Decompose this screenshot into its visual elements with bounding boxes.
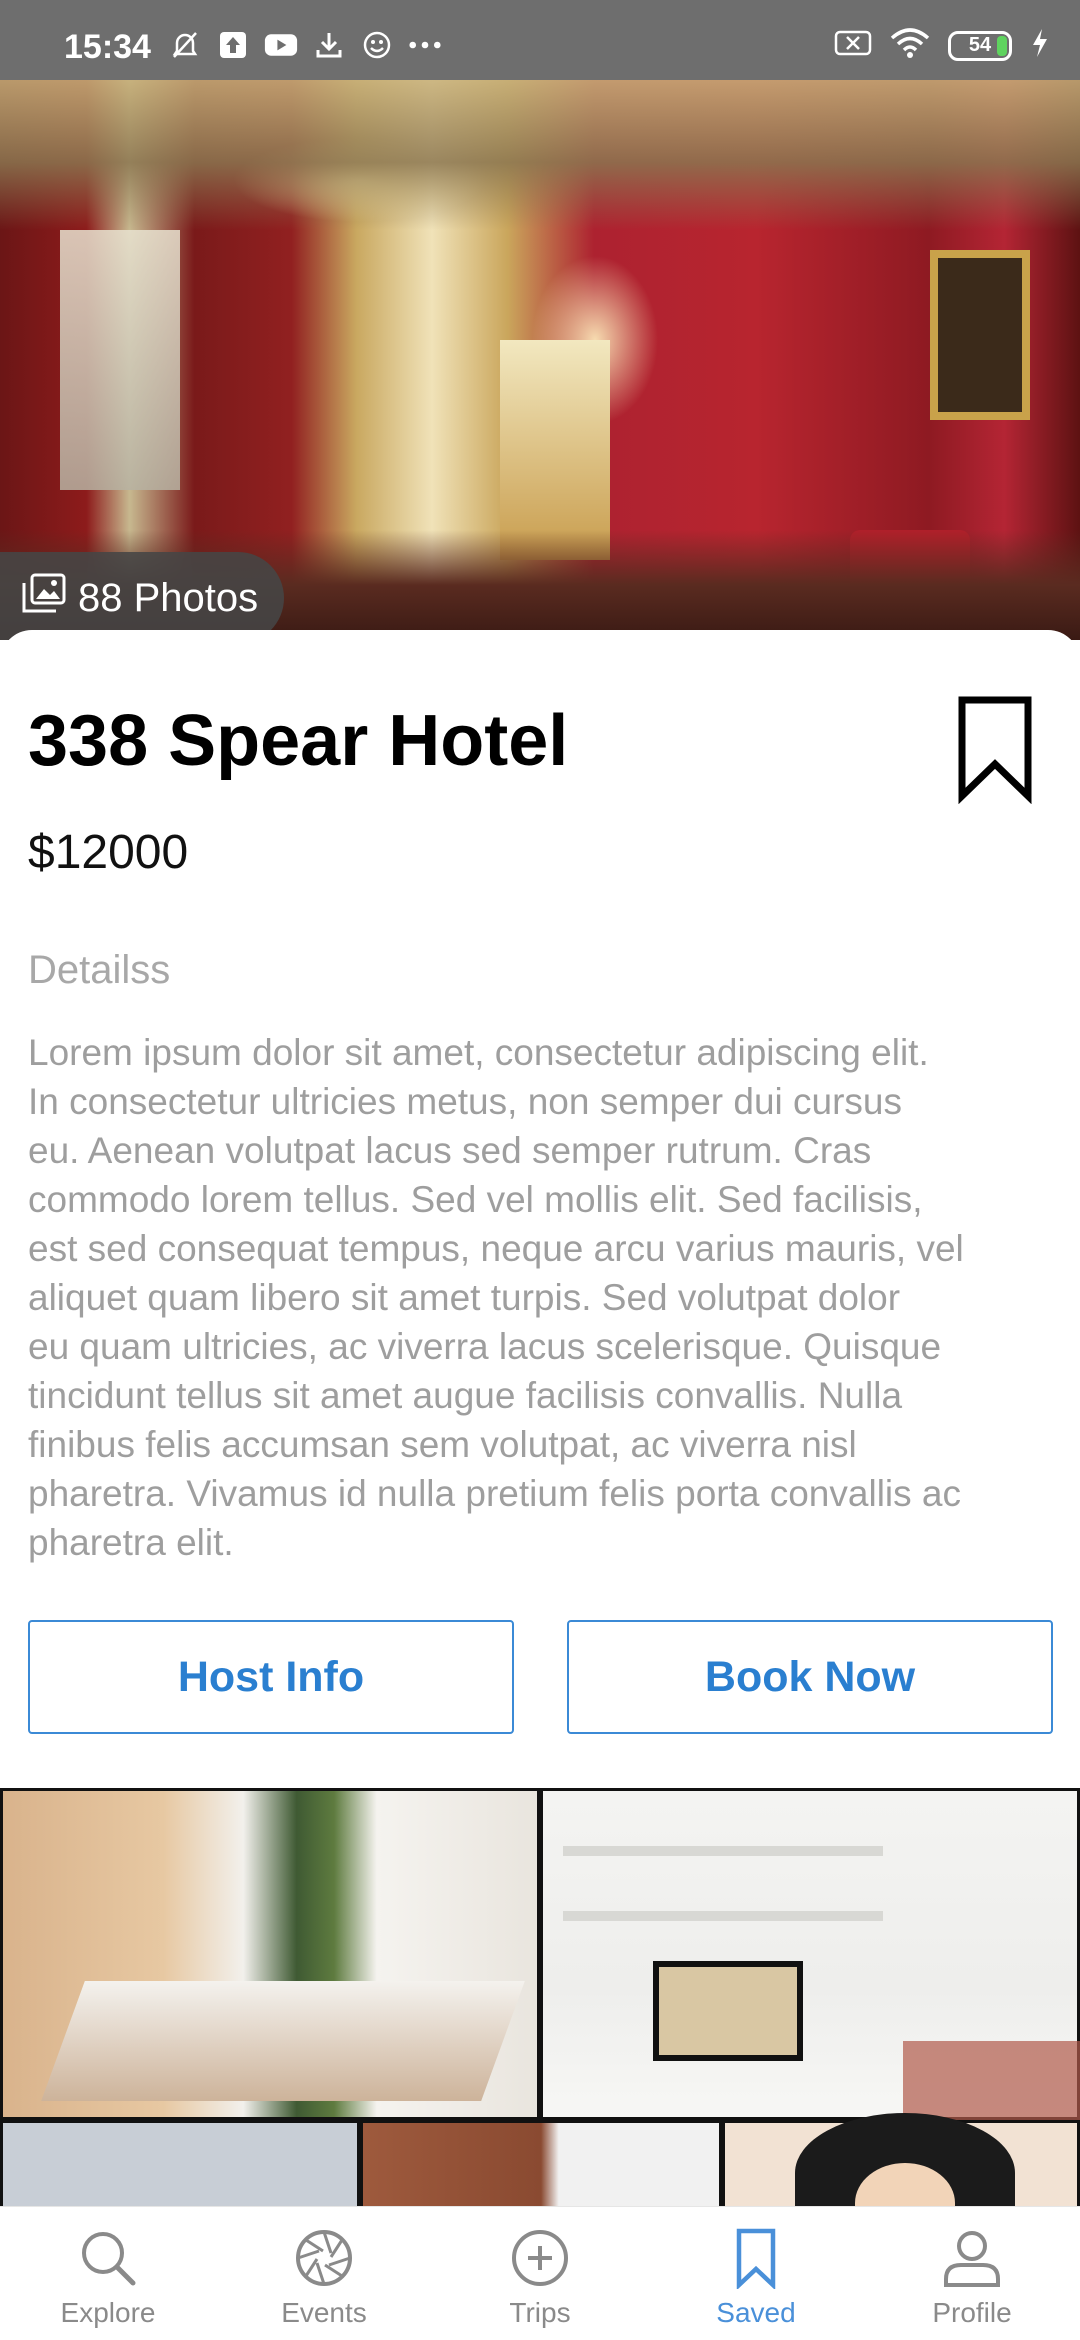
details-heading: Detailss — [28, 948, 171, 992]
description-line: In consectetur ultricies metus, non semp… — [28, 1081, 902, 1122]
description-line: eu quam ultricies, ac viverra lacus scel… — [28, 1326, 942, 1367]
battery-icon: 54 — [948, 30, 1012, 61]
gallery-photo-kitchen[interactable] — [0, 1788, 540, 2120]
download-icon — [312, 30, 346, 60]
upload-icon — [216, 30, 250, 60]
nav-explore[interactable]: Explore — [0, 2207, 216, 2340]
nav-explore-label: Explore — [60, 2297, 156, 2328]
listing-description: Lorem ipsum dolor sit amet, consectetur … — [28, 1028, 1080, 1567]
notification-icons — [168, 30, 442, 60]
description-line: tincidunt tellus sit amet augue facilisi… — [28, 1375, 903, 1416]
kitchen-counter — [41, 1981, 525, 2101]
description-line: est sed consequat tempus, neque arcu var… — [28, 1228, 964, 1269]
hero-ceiling — [0, 80, 1080, 230]
description-line: eu. Aenean volutpat lacus sed semper rut… — [28, 1130, 872, 1171]
silent-bell-icon — [168, 30, 202, 60]
description-line: pharetra. Vivamus id nulla pretium felis… — [28, 1473, 961, 1514]
bookmark-button[interactable] — [950, 692, 1040, 805]
person-icon — [944, 2231, 1000, 2287]
gallery-photo-living-room[interactable] — [540, 1788, 1080, 2121]
bookmark-icon — [958, 696, 1032, 805]
gallery-photo-5[interactable] — [722, 2113, 1080, 2208]
gallery-icon — [22, 573, 66, 623]
nav-saved-label: Saved — [716, 2297, 796, 2328]
hero-window — [60, 230, 180, 490]
plus-circle-icon — [512, 2230, 568, 2286]
status-bar: 15:34 54 — [0, 0, 1080, 80]
gallery-photo-4[interactable] — [360, 2120, 722, 2208]
description-line: pharetra elit. — [28, 1522, 234, 1563]
rug — [903, 2041, 1080, 2121]
nav-events[interactable]: Events — [216, 2207, 432, 2340]
nav-trips[interactable]: Trips — [432, 2207, 648, 2340]
sim-x-icon — [834, 29, 872, 62]
battery-level: 54 — [968, 34, 992, 56]
photos-count-label: 88 Photos — [78, 575, 259, 620]
system-icons: 54 — [834, 28, 1050, 63]
nav-profile-label: Profile — [932, 2297, 1012, 2328]
description-line: commodo lorem tellus. Sed vel mollis eli… — [28, 1179, 923, 1220]
search-icon — [82, 2232, 136, 2286]
picture-frame — [653, 1961, 803, 2061]
bookmark-icon — [736, 2228, 776, 2289]
wifi-icon — [890, 28, 930, 63]
host-info-button[interactable]: Host Info — [28, 1620, 514, 1734]
nav-events-label: Events — [281, 2297, 367, 2328]
description-line: aliquet quam libero sit amet turpis. Sed… — [28, 1277, 901, 1318]
listing-price: $12000 — [28, 826, 189, 879]
nav-saved[interactable]: Saved — [648, 2207, 864, 2340]
listing-title: 338 Spear Hotel — [28, 701, 569, 781]
status-time: 15:34 — [64, 28, 151, 66]
bottom-navigation: Explore Events Trips Saved Profile — [0, 2206, 1080, 2340]
book-now-button[interactable]: Book Now — [567, 1620, 1053, 1734]
charging-bolt-icon — [1030, 28, 1050, 63]
nav-profile[interactable]: Profile — [864, 2207, 1080, 2340]
shelf — [563, 1911, 883, 1921]
gallery-photo-3[interactable] — [0, 2120, 360, 2208]
nav-trips-label: Trips — [509, 2297, 571, 2328]
photo-gallery — [0, 1788, 1080, 2208]
hero-image[interactable]: 88 Photos — [0, 80, 1080, 640]
hero-doorway — [500, 340, 610, 560]
more-dots-icon — [408, 30, 442, 60]
aperture-icon — [296, 2230, 352, 2286]
photos-count-button[interactable]: 88 Photos — [0, 552, 285, 640]
smiley-icon — [360, 30, 394, 60]
description-line: Lorem ipsum dolor sit amet, consectetur … — [28, 1032, 929, 1073]
youtube-icon — [264, 30, 298, 60]
description-line: finibus felis accumsan sem volutpat, ac … — [28, 1424, 857, 1465]
shelf — [563, 1846, 883, 1856]
hero-painting — [930, 250, 1030, 420]
